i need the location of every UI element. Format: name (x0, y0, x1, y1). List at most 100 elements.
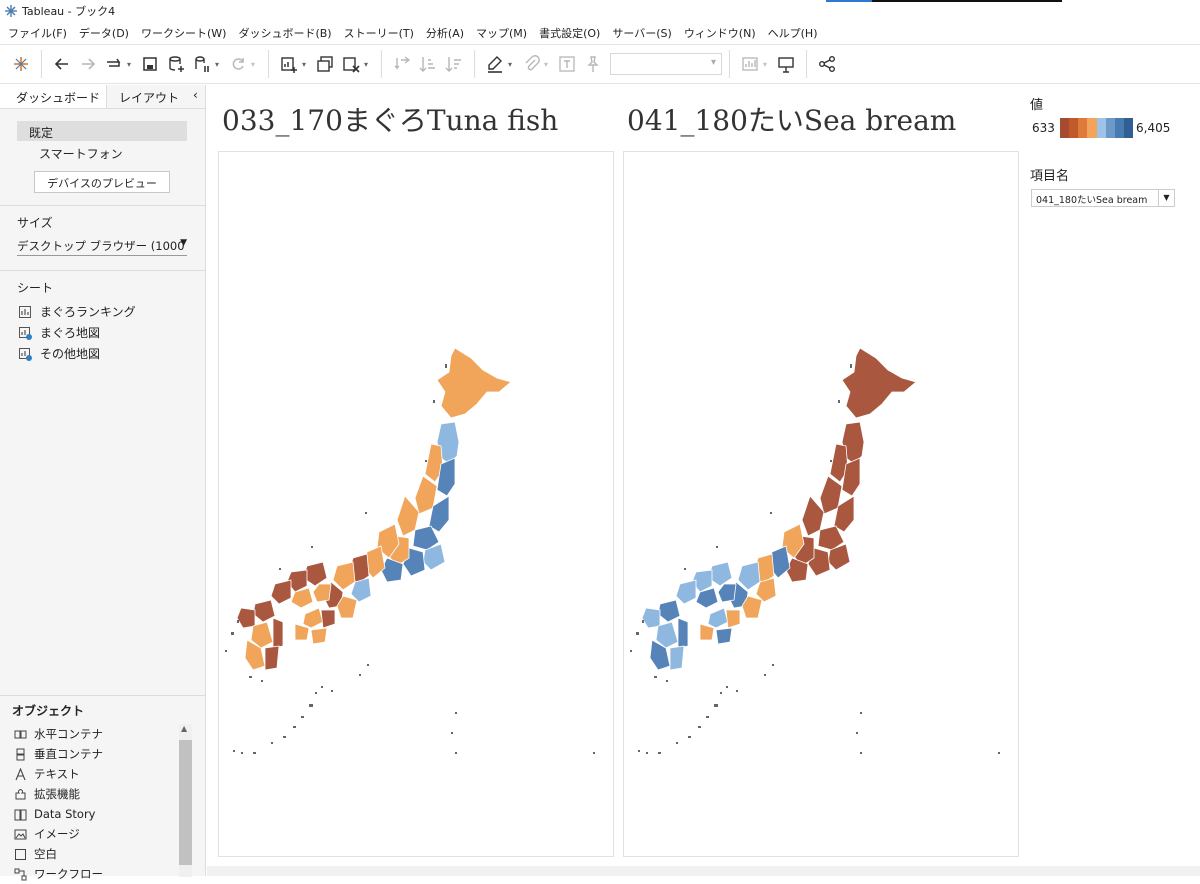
vertical-container-icon (16, 748, 25, 760)
workflow-icon (14, 868, 27, 880)
objects-scrollbar[interactable]: ▲ (179, 724, 192, 877)
dashboard-side-panel: ダッシュボード レイアウト ‹ 既定 スマートフォン デバイスのプレビュー サイ… (0, 85, 206, 881)
text-label-icon[interactable] (554, 51, 580, 77)
undo-icon[interactable] (49, 51, 75, 77)
tuna-map[interactable] (218, 151, 614, 857)
tuna-map-title[interactable]: 033_170まぐろTuna fish (222, 99, 558, 139)
scrollbar-thumb[interactable] (179, 740, 192, 865)
presentation-icon[interactable] (773, 51, 799, 77)
redo-icon[interactable] (75, 51, 101, 77)
menu-server[interactable]: サーバー(S) (608, 25, 679, 41)
device-section: 既定 スマートフォン デバイスのプレビュー (0, 121, 205, 206)
chevron-down-icon[interactable]: ▼ (1158, 190, 1174, 206)
object-horizontal-container[interactable]: 水平コンテナ (0, 724, 206, 744)
device-phone[interactable]: スマートフォン (0, 141, 205, 161)
swap-icon[interactable] (389, 51, 415, 77)
clear-sheet-icon[interactable] (338, 51, 364, 77)
color-legend-title: 値 (1030, 98, 1044, 113)
objects-heading: オブジェクト (12, 704, 85, 718)
tableau-logo-icon[interactable] (8, 51, 34, 77)
show-me-icon[interactable] (737, 51, 763, 77)
paperclip-icon[interactable] (518, 51, 544, 77)
legend-color-step (1069, 118, 1079, 138)
menu-worksheet[interactable]: ワークシート(W) (137, 25, 234, 41)
object-vertical-container[interactable]: 垂直コンテナ (0, 744, 206, 764)
chevron-down-icon[interactable]: ▾ (251, 60, 259, 69)
object-image[interactable]: イメージ (0, 824, 206, 844)
device-preview-button[interactable]: デバイスのプレビュー (34, 171, 170, 193)
sheet-item-tuna-map[interactable]: まぐろ地図 (0, 322, 205, 343)
new-datasource-icon[interactable] (163, 51, 189, 77)
collapse-panel-icon[interactable]: ‹ (187, 85, 198, 108)
menu-analysis[interactable]: 分析(A) (422, 25, 472, 41)
menu-bar: ファイル(F) データ(D) ワークシート(W) ダッシュボード(B) ストーリ… (0, 22, 1200, 44)
toolbar-separator (41, 50, 42, 78)
menu-map[interactable]: マップ(M) (472, 25, 535, 41)
new-worksheet-icon[interactable] (276, 51, 302, 77)
toolbar-separator (381, 50, 382, 78)
pause-updates-icon[interactable] (189, 51, 215, 77)
menu-file[interactable]: ファイル(F) (4, 25, 75, 41)
window-title: Tableau - ブック4 (22, 5, 116, 18)
object-label: 垂直コンテナ (34, 747, 103, 761)
share-icon[interactable] (814, 51, 840, 77)
replay-icon[interactable] (101, 51, 127, 77)
tab-layout[interactable]: レイアウト (107, 85, 187, 108)
object-extension[interactable]: 拡張機能 (0, 784, 206, 804)
color-legend-ramp[interactable] (1060, 118, 1133, 138)
sheet-in-use-icon (19, 347, 32, 361)
device-default[interactable]: 既定 (17, 121, 187, 141)
image-icon (14, 829, 27, 839)
chevron-down-icon[interactable]: ▾ (508, 60, 516, 69)
tab-dashboard[interactable]: ダッシュボード (0, 85, 107, 108)
menu-dashboard[interactable]: ダッシュボード(B) (234, 25, 339, 41)
object-text[interactable]: テキスト (0, 764, 206, 784)
legend-color-step (1123, 118, 1133, 138)
seabream-map-title[interactable]: 041_180たいSea bream (627, 99, 956, 139)
refresh-icon[interactable] (225, 51, 251, 77)
side-panel-tabs: ダッシュボード レイアウト ‹ (0, 85, 205, 109)
sheet-item-other-map[interactable]: その他地図 (0, 343, 205, 364)
fit-dropdown[interactable] (610, 53, 722, 75)
japan-prefecture-map[interactable] (219, 152, 613, 856)
chevron-down-icon[interactable]: ▾ (127, 60, 135, 69)
menu-story[interactable]: ストーリー(T) (340, 25, 422, 41)
sort-ascending-icon[interactable] (415, 51, 441, 77)
sheet-item-tuna-ranking[interactable]: まぐろランキング (0, 301, 205, 322)
object-workflow[interactable]: ワークフロー (0, 864, 206, 884)
save-icon[interactable] (137, 51, 163, 77)
menu-help[interactable]: ヘルプ(H) (764, 25, 826, 41)
toolbar: ▾ ▾ ▾ ▾ ▾ ▾ ▾ ▾ (0, 44, 1200, 84)
sheet-item-label: その他地図 (40, 347, 101, 361)
canvas-bottom-strip (207, 866, 1200, 876)
chevron-down-icon[interactable]: ▾ (364, 60, 372, 69)
seabream-map[interactable] (623, 151, 1019, 857)
duplicate-sheet-icon[interactable] (312, 51, 338, 77)
object-blank[interactable]: 空白 (0, 844, 206, 864)
pin-icon[interactable] (580, 51, 606, 77)
sheets-heading: シート (17, 281, 54, 295)
chevron-down-icon[interactable]: ▾ (215, 60, 223, 69)
size-dropdown[interactable]: デスクトップ ブラウザー (1000 … ▼ (17, 236, 187, 256)
chevron-down-icon[interactable]: ▾ (544, 60, 552, 69)
item-filter-dropdown[interactable]: 041_180たいSea bream ▼ (1031, 189, 1175, 207)
menu-data[interactable]: データ(D) (75, 25, 137, 41)
object-data-story[interactable]: Data Story (0, 804, 206, 824)
highlight-icon[interactable] (482, 51, 508, 77)
size-section: サイズ デスクトップ ブラウザー (1000 … ▼ (0, 206, 205, 271)
object-label: 拡張機能 (34, 787, 80, 801)
sort-descending-icon[interactable] (441, 51, 467, 77)
book-icon (14, 809, 27, 820)
japan-prefecture-map[interactable] (624, 152, 1018, 856)
menu-format[interactable]: 書式設定(O) (535, 25, 608, 41)
item-filter-value: 041_180たいSea bream (1036, 195, 1148, 206)
toolbar-separator (729, 50, 730, 78)
item-filter-title: 項目名 (1030, 169, 1070, 184)
chevron-down-icon[interactable]: ▾ (302, 60, 310, 69)
chevron-down-icon[interactable]: ▾ (763, 60, 771, 69)
menu-window[interactable]: ウィンドウ(N) (680, 25, 764, 41)
sheet-item-label: まぐろランキング (40, 305, 136, 319)
scroll-up-icon[interactable]: ▲ (181, 724, 187, 733)
tableau-logo-icon (5, 5, 17, 17)
size-heading: サイズ (17, 216, 53, 230)
